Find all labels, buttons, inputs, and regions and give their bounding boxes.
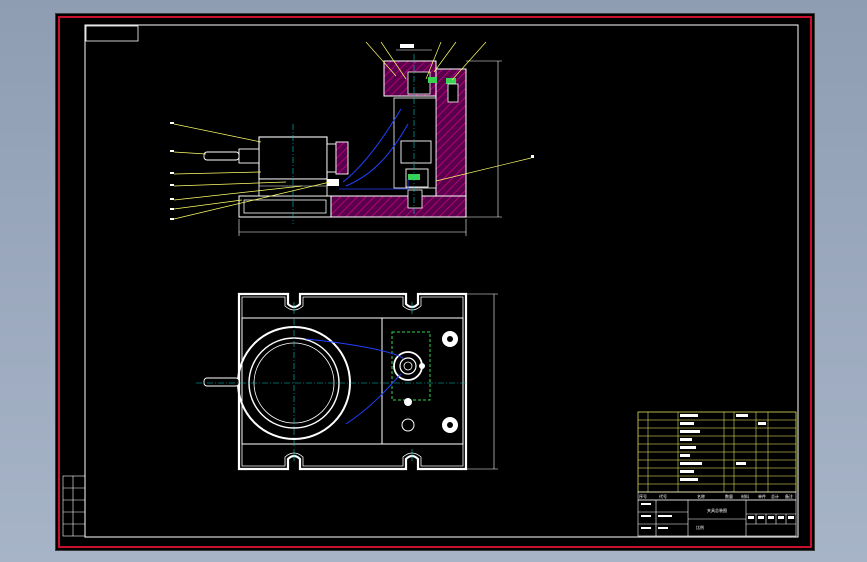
bom-header-cell: 数量 — [725, 493, 733, 499]
bom-header-cell: 代号 — [659, 493, 667, 499]
bom-header-cell: 总计 — [771, 493, 779, 499]
drawing-number-box — [85, 25, 139, 42]
bom-header-cell: 序号 — [639, 493, 647, 499]
fixture-assembly-drawing: 序号 代号 名称 数量 材料 单件 总计 备注 夹具总装图 比例 — [58, 16, 812, 548]
revision-table — [62, 475, 86, 537]
scale-label: 比例 — [696, 524, 704, 530]
cad-viewport[interactable]: 序号 代号 名称 数量 材料 单件 总计 备注 夹具总装图 比例 — [55, 13, 815, 551]
bom-header-cell: 名称 — [697, 493, 705, 499]
bom-header-cell: 材料 — [741, 493, 749, 499]
plan-view — [196, 292, 498, 471]
bom-header-cell: 单件 — [758, 493, 766, 499]
parts-list: 序号 代号 名称 数量 材料 单件 总计 备注 — [637, 411, 797, 501]
drawing-name: 夹具总装图 — [707, 507, 727, 513]
bom-header-cell: 备注 — [785, 493, 793, 499]
section-view — [170, 41, 534, 236]
